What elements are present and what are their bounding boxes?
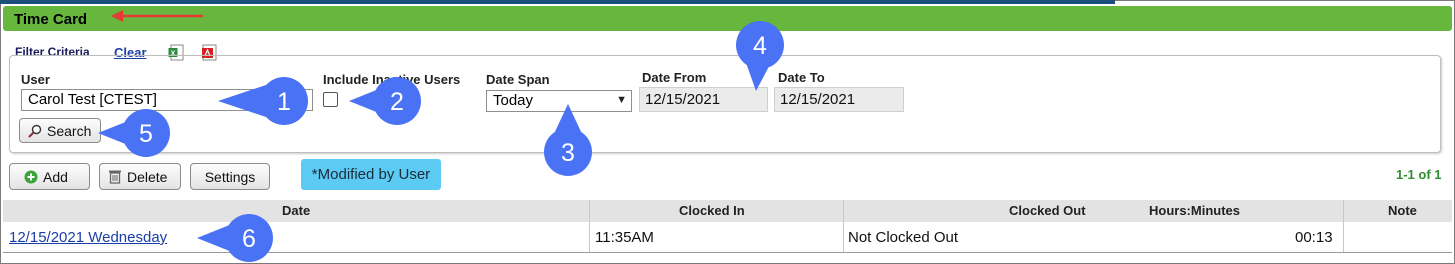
callout-marker-icon: 4 <box>736 21 784 91</box>
callout-number: 1 <box>277 88 291 116</box>
column-divider <box>843 200 844 252</box>
column-header-note: Note <box>1388 203 1417 218</box>
delete-button[interactable]: Delete <box>99 163 181 190</box>
search-button-label: Search <box>47 122 92 139</box>
user-label: User <box>21 72 50 87</box>
callout-marker-icon: 1 <box>218 77 308 125</box>
column-divider <box>1343 200 1344 252</box>
pager-count: 1-1 of 1 <box>1396 167 1442 182</box>
row-clocked-out: Not Clocked Out <box>848 229 959 246</box>
callout-number: 5 <box>139 120 153 148</box>
callout-number: 4 <box>753 32 767 60</box>
date-to-field[interactable]: 12/15/2021 <box>774 87 904 112</box>
page-title: Time Card <box>14 11 88 28</box>
search-icon <box>28 124 42 138</box>
delete-button-label: Delete <box>127 168 168 185</box>
column-header-hours-minutes: Hours:Minutes <box>1149 203 1240 218</box>
column-header-clocked-in: Clocked In <box>679 203 745 218</box>
settings-button-label: Settings <box>204 168 256 185</box>
callout-number: 3 <box>561 139 575 167</box>
column-divider <box>589 200 590 252</box>
search-button[interactable]: Search <box>19 118 101 143</box>
annotation-arrow-icon <box>111 10 203 22</box>
callout-marker-icon: 2 <box>349 77 421 125</box>
row-hours-minutes: 00:13 <box>1295 229 1333 246</box>
callout-number: 2 <box>390 88 404 116</box>
trash-icon <box>109 170 121 184</box>
add-icon <box>24 170 38 183</box>
column-header-date: Date <box>282 203 311 218</box>
column-header-clocked-out: Clocked Out <box>1009 203 1086 218</box>
add-button[interactable]: Add <box>9 163 90 190</box>
callout-marker-icon: 5 <box>98 109 170 157</box>
settings-button[interactable]: Settings <box>190 163 270 190</box>
row-date-link[interactable]: 12/15/2021 Wednesday <box>9 229 167 246</box>
include-inactive-checkbox[interactable] <box>323 92 338 107</box>
callout-marker-icon: 3 <box>544 104 592 176</box>
add-button-label: Add <box>43 168 68 185</box>
title-bar: Time Card <box>3 6 1452 31</box>
callout-marker-icon: 6 <box>197 214 273 262</box>
date-from-label: Date From <box>642 70 707 85</box>
modified-by-user-badge: *Modified by User <box>301 159 441 190</box>
chevron-down-icon: ▼ <box>616 94 627 106</box>
callout-number: 6 <box>242 225 256 253</box>
date-span-label: Date Span <box>486 72 550 87</box>
date-span-value: Today <box>493 92 534 109</box>
top-accent-line <box>0 0 1115 4</box>
row-clocked-in: 11:35AM <box>595 229 654 246</box>
user-select-value: Carol Test [CTEST] <box>28 91 157 108</box>
